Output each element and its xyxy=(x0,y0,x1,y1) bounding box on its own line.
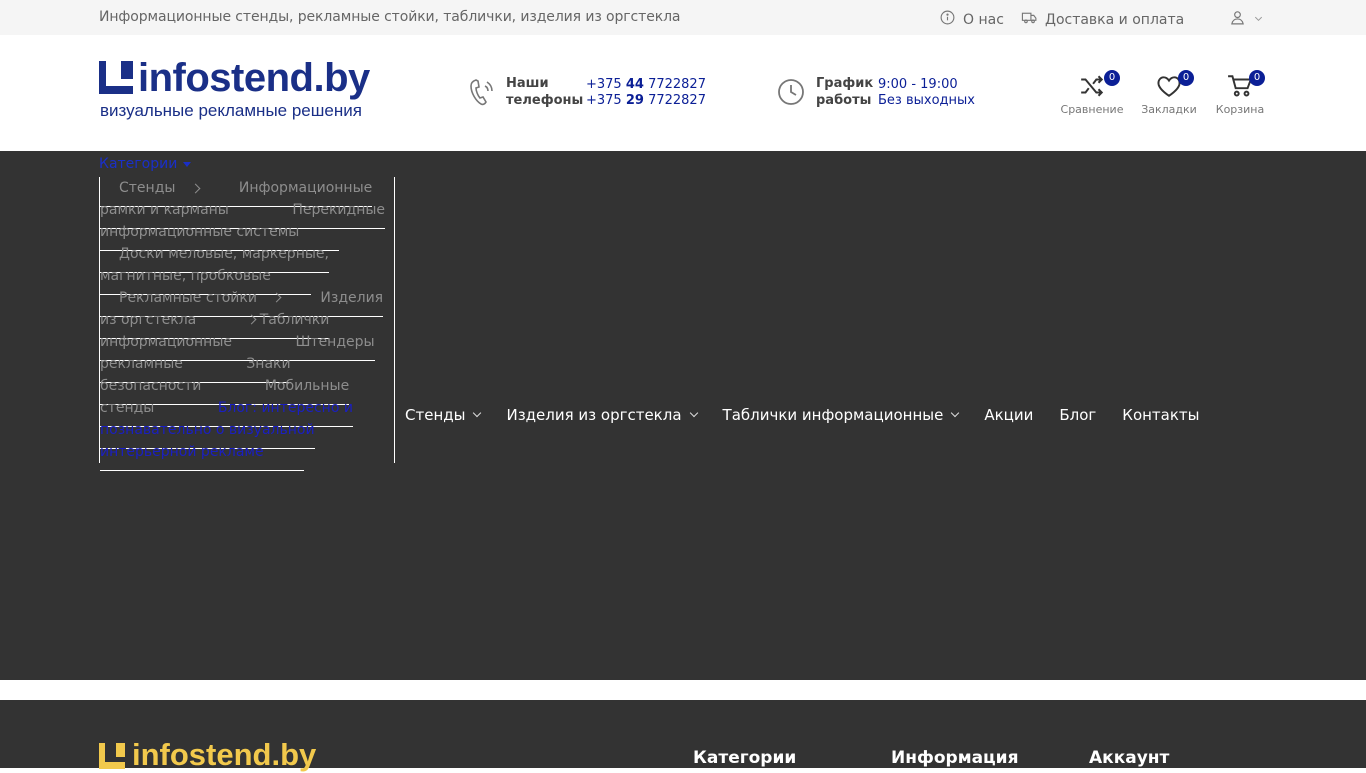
footer-heading-account: Аккаунт xyxy=(1089,748,1170,768)
caret-down-icon xyxy=(183,161,192,167)
nav-item-signs[interactable]: Таблички информационные xyxy=(723,406,960,424)
logo-name: infostend.by xyxy=(138,56,370,100)
info-icon xyxy=(939,9,956,30)
about-link[interactable]: О нас xyxy=(939,9,1004,30)
chevron-down-icon xyxy=(689,408,698,418)
schedule-block: График работы 9:00 - 19:00 Без выходных xyxy=(778,75,975,109)
phone-link-1[interactable]: +375 44 7722827 xyxy=(586,77,706,93)
cart-count-badge: 0 xyxy=(1249,70,1265,86)
schedule-label: График работы xyxy=(816,76,874,108)
phone-link-2[interactable]: +375 29 7722827 xyxy=(586,93,706,109)
logo-mark xyxy=(99,61,133,94)
about-label: О нас xyxy=(963,11,1004,28)
bookmarks-button[interactable]: 0 Закладки xyxy=(1134,70,1204,116)
footer-heading-categories: Категории xyxy=(693,748,797,768)
cart-label: Корзина xyxy=(1215,103,1265,116)
phone-icon xyxy=(468,77,494,107)
chevron-down-icon xyxy=(951,408,960,418)
user-icon xyxy=(1229,9,1246,30)
schedule-hours: 9:00 - 19:00 xyxy=(878,77,958,92)
phones-block: Наши телефоны +375 44 7722827 +375 29 77… xyxy=(468,75,706,109)
nav-item-promotions[interactable]: Акции xyxy=(984,406,1033,424)
footer-logo[interactable]: infostend.by xyxy=(99,737,316,772)
header: infostend.by визуальные рекламные решени… xyxy=(0,35,1366,151)
bookmarks-label: Закладки xyxy=(1141,103,1197,116)
chevron-right-icon xyxy=(246,314,257,325)
compare-count-badge: 0 xyxy=(1104,70,1120,86)
truck-icon xyxy=(1021,9,1038,30)
delivery-label: Доставка и оплата xyxy=(1045,11,1185,28)
categories-toggle[interactable]: Категории xyxy=(99,156,192,172)
site-logo[interactable]: infostend.by визуальные рекламные решени… xyxy=(99,56,379,121)
site-tagline: Информационные стенды, рекламные стойки,… xyxy=(99,9,681,25)
shuffle-icon xyxy=(1081,75,1104,97)
cart-button[interactable]: 0 Корзина xyxy=(1205,70,1275,116)
top-bar: Информационные стенды, рекламные стойки,… xyxy=(0,0,1366,35)
nav-item-contacts[interactable]: Контакты xyxy=(1122,406,1199,424)
schedule-days: Без выходных xyxy=(878,93,975,108)
phones-label: Наши телефоны xyxy=(506,76,584,108)
chevron-down-icon xyxy=(473,408,482,418)
phones-list: +375 44 7722827 +375 29 7722827 xyxy=(586,77,706,109)
chevron-down-icon xyxy=(1253,12,1264,28)
schedule-values: 9:00 - 19:00 Без выходных xyxy=(878,77,975,109)
clock-icon xyxy=(778,77,804,107)
compare-label: Сравнение xyxy=(1060,103,1124,116)
nav-item-plexiglass[interactable]: Изделия из оргстекла xyxy=(506,406,698,424)
main-nav: Стенды Изделия из оргстекла Таблички инф… xyxy=(405,406,1226,424)
delivery-link[interactable]: Доставка и оплата xyxy=(1021,9,1184,30)
logo-slogan: визуальные рекламные решения xyxy=(100,101,362,120)
footer: infostend.by Категории Информация Аккаун… xyxy=(0,700,1366,772)
categories-menu: Стенды Информационные рамки и карманы Пе… xyxy=(99,170,395,471)
categories-toggle-label: Категории xyxy=(99,156,178,172)
nav-item-blog[interactable]: Блог xyxy=(1059,406,1096,424)
bookmarks-count-badge: 0 xyxy=(1178,70,1194,86)
footer-heading-info: Информация xyxy=(891,748,1019,768)
nav-item-stands[interactable]: Стенды xyxy=(405,406,482,424)
account-dropdown[interactable] xyxy=(1229,9,1264,30)
compare-button[interactable]: 0 Сравнение xyxy=(1057,70,1127,116)
footer-logo-mark xyxy=(99,743,125,769)
